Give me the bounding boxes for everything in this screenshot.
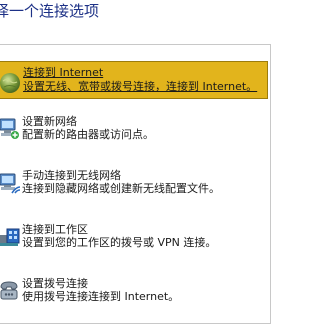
option-description: 配置新的路由器或访问点。 (22, 128, 154, 141)
option-description: 设置到您的工作区的拨号或 VPN 连接。 (22, 236, 217, 249)
option-manual-wireless[interactable]: 手动连接到无线网络 连接到隐藏网络或创建新无线配置文件。 (0, 169, 268, 215)
option-title: 设置拨号连接 (22, 277, 88, 290)
option-connect-workplace[interactable]: 连接到工作区 设置到您的工作区的拨号或 VPN 连接。 (0, 223, 268, 269)
option-title: 手动连接到无线网络 (22, 169, 121, 182)
option-title: 设置新网络 (22, 115, 77, 128)
option-connect-internet[interactable]: 连接到 Internet 设置无线、宽带或拨号连接，连接到 Internet。 (0, 61, 268, 99)
page-heading: 择一个连接选项 (0, 2, 100, 20)
option-description: 连接到隐藏网络或创建新无线配置文件。 (22, 182, 220, 195)
new-network-icon (0, 117, 20, 141)
connection-options-list: 连接到 Internet 设置无线、宽带或拨号连接，连接到 Internet。 … (0, 44, 271, 324)
option-description: 使用拨号连接连接到 Internet。 (22, 290, 180, 303)
wireless-network-icon (0, 171, 21, 195)
option-setup-dialup[interactable]: 设置拨号连接 使用拨号连接连接到 Internet。 (0, 277, 268, 323)
option-setup-new-network[interactable]: 设置新网络 配置新的路由器或访问点。 (0, 115, 268, 161)
option-title: 连接到 Internet (23, 66, 104, 79)
option-description: 设置无线、宽带或拨号连接，连接到 Internet。 (23, 80, 258, 93)
globe-icon (0, 72, 21, 96)
option-title: 连接到工作区 (22, 223, 88, 236)
dialup-icon (0, 279, 20, 303)
workplace-icon (0, 225, 20, 249)
